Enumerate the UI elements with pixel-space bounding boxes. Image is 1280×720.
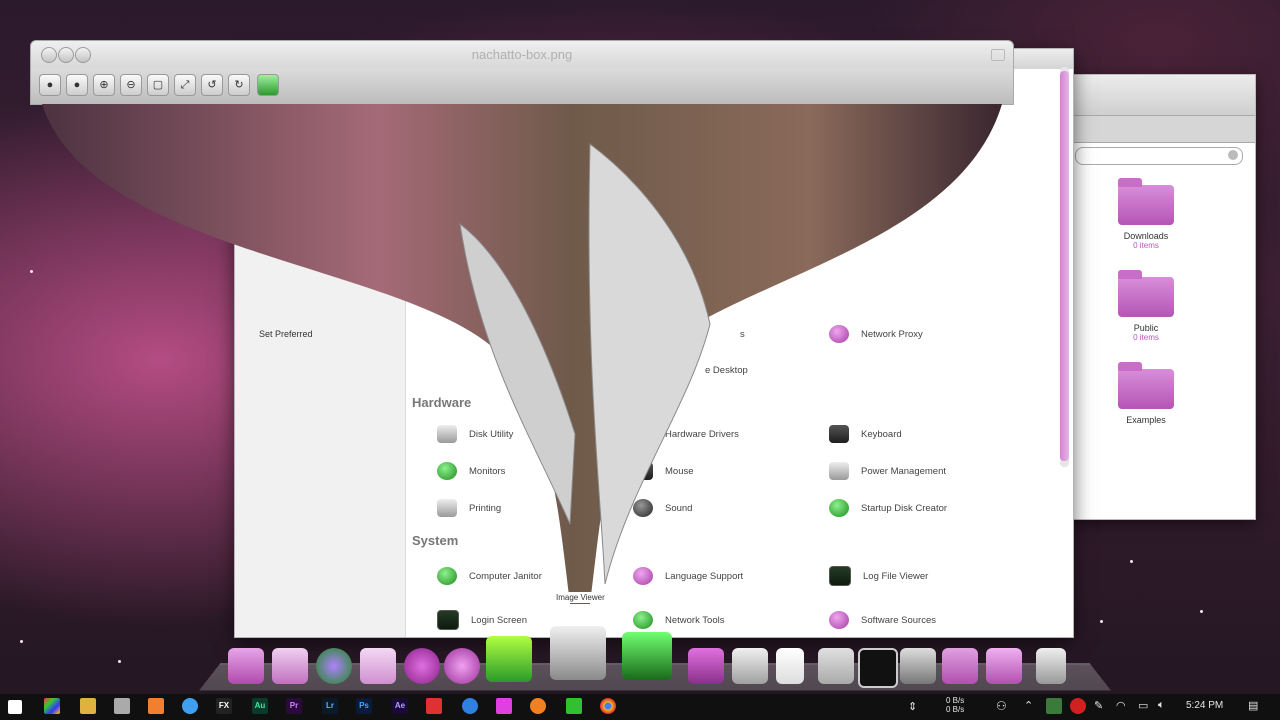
taskbar: FX Au Pr Lr Ps Ae ⇕ 0 B/s 0 B/s ⚇ ⌃ ✎ ◠ … [0, 694, 1280, 720]
rotate-left-icon[interactable]: ↺ [201, 74, 223, 96]
scrollbar-thumb[interactable] [1060, 71, 1069, 461]
star [1100, 620, 1103, 623]
zoom-fit-icon[interactable]: ▢ [147, 74, 169, 96]
fullscreen-icon[interactable]: ⤢ [174, 74, 196, 96]
file-manager-search-input[interactable] [1075, 147, 1243, 165]
image-viewer-window: nachatto-box.png ● ● ⊕ ⊖ ▢ ⤢ ↺ ↻ [30, 40, 1012, 300]
clock[interactable]: 5:24 PM [1186, 700, 1223, 711]
notifications-icon[interactable]: ▤ [1248, 699, 1258, 712]
battery-icon[interactable]: ▭ [1138, 699, 1148, 712]
prev-icon[interactable]: ● [39, 74, 61, 96]
zoom-in-icon[interactable]: ⊕ [93, 74, 115, 96]
gallery-icon[interactable] [688, 648, 724, 684]
folder-item-count: 0 items [1086, 333, 1206, 342]
monitor-icon[interactable] [900, 648, 936, 684]
upload-speed: 0 B/s [946, 696, 964, 705]
trash-icon[interactable] [1036, 648, 1066, 684]
file-explorer-icon[interactable] [80, 698, 96, 714]
tray-app-icon[interactable] [1046, 698, 1062, 714]
next-icon[interactable]: ● [66, 74, 88, 96]
file-manager-window: Downloads 0 items Public 0 items Example… [1060, 74, 1256, 520]
show-hidden-icon[interactable]: ⇕ [908, 700, 917, 713]
image-viewer-titlebar[interactable]: nachatto-box.png [30, 40, 1014, 70]
itunes-icon[interactable] [444, 648, 480, 684]
edit-icon[interactable] [257, 74, 279, 96]
fx-icon[interactable]: FX [216, 698, 232, 714]
after-effects-icon[interactable]: Ae [392, 698, 408, 714]
folder-name: Public [1086, 323, 1206, 333]
premiere-icon[interactable]: Pr [286, 698, 302, 714]
tray-red-icon[interactable] [1070, 698, 1086, 714]
network-speed: 0 B/s 0 B/s [946, 696, 964, 714]
folder-downloads[interactable]: Downloads 0 items [1086, 185, 1206, 250]
store-icon[interactable] [44, 698, 60, 714]
star [1200, 610, 1203, 613]
hearts-icon[interactable] [404, 648, 440, 684]
nodes-icon[interactable] [530, 698, 546, 714]
pencil-icon[interactable] [360, 648, 396, 684]
folder-icon[interactable] [942, 648, 978, 684]
folder-icon [1118, 277, 1174, 317]
folder-examples[interactable]: Examples [1086, 369, 1206, 425]
photos-icon[interactable] [622, 632, 672, 680]
wifi-icon[interactable]: ◠ [1116, 699, 1126, 712]
image-viewer-toolbar: ● ● ⊕ ⊖ ▢ ⤢ ↺ ↻ [30, 68, 1014, 105]
paint-icon[interactable] [148, 698, 164, 714]
file-manager-titlebar[interactable] [1061, 75, 1255, 116]
rotate-right-icon[interactable]: ↻ [228, 74, 250, 96]
audition-icon[interactable]: Au [252, 698, 268, 714]
folder-public[interactable]: Public 0 items [1086, 277, 1206, 342]
image-curl-effect [30, 104, 1012, 644]
downloads-icon[interactable] [228, 648, 264, 684]
folder-icon [1118, 369, 1174, 409]
finder-icon[interactable] [272, 648, 308, 684]
maps-icon[interactable] [182, 698, 198, 714]
pink-app-icon[interactable] [496, 698, 512, 714]
globe-icon[interactable] [462, 698, 478, 714]
dock-tooltip: Image Viewer [552, 592, 609, 603]
camtasia-icon[interactable] [566, 698, 582, 714]
calculator-icon[interactable] [818, 648, 854, 684]
scrollbar[interactable] [1060, 67, 1069, 467]
lightroom-icon[interactable]: Lr [322, 698, 338, 714]
terminal-icon[interactable] [858, 648, 898, 688]
computer-icon[interactable] [114, 698, 130, 714]
folder-name: Examples [1086, 415, 1206, 425]
star [118, 660, 121, 663]
clear-icon[interactable] [1228, 150, 1238, 160]
firefox-icon[interactable] [316, 648, 352, 684]
red-app-icon[interactable] [426, 698, 442, 714]
star [1130, 560, 1133, 563]
pen-icon[interactable]: ✎ [1094, 699, 1103, 712]
chrome-icon[interactable] [600, 698, 616, 714]
image-viewer-icon[interactable] [550, 626, 606, 680]
people-icon[interactable]: ⚇ [996, 699, 1007, 713]
resize-icon[interactable] [991, 49, 1005, 61]
volume-icon[interactable]: 🔈︎ [1158, 699, 1165, 712]
folder-icon [1118, 185, 1174, 225]
file-manager-toolbar [1061, 116, 1255, 143]
chevron-up-icon[interactable]: ⌃ [1024, 699, 1033, 712]
windows-start-icon[interactable] [8, 700, 22, 714]
download-speed: 0 B/s [946, 705, 964, 714]
document-icon[interactable] [776, 648, 804, 684]
drive-icon[interactable] [732, 648, 768, 684]
folder-name: Downloads [1086, 231, 1206, 241]
folder-item-count: 0 items [1086, 241, 1206, 250]
zoom-out-icon[interactable]: ⊖ [120, 74, 142, 96]
window-title: nachatto-box.png [31, 47, 1013, 62]
star [20, 640, 23, 643]
green-screen-icon[interactable] [486, 636, 532, 682]
pictures-icon[interactable] [986, 648, 1022, 684]
photoshop-icon[interactable]: Ps [356, 698, 372, 714]
